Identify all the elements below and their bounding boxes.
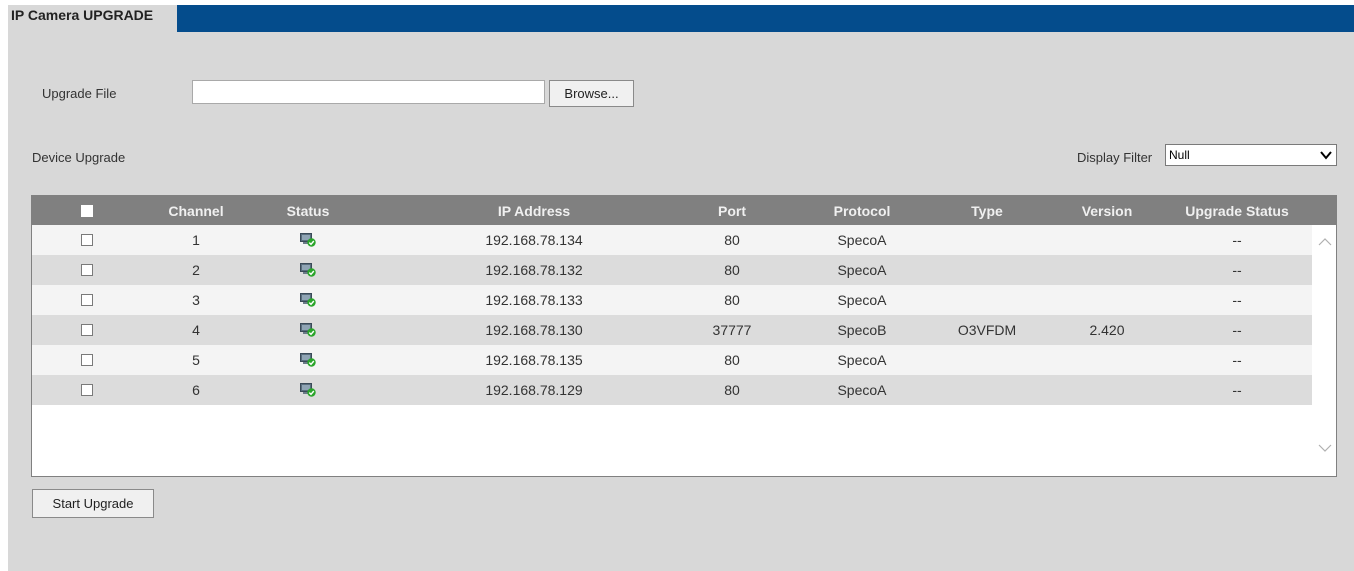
device-upgrade-label: Device Upgrade bbox=[32, 150, 126, 165]
channel-cell: 4 bbox=[192, 322, 200, 338]
chevron-down-icon bbox=[1320, 151, 1332, 160]
table-row[interactable]: 5 192.168.78.135 80 SpecoA -- bbox=[32, 345, 1312, 375]
row-checkbox[interactable] bbox=[81, 294, 93, 306]
protocol-cell: SpecoA bbox=[837, 382, 887, 398]
column-header-channel[interactable]: Channel bbox=[151, 196, 241, 225]
column-header-status[interactable]: Status bbox=[260, 196, 356, 225]
online-device-icon bbox=[300, 353, 316, 367]
online-device-icon bbox=[300, 323, 316, 337]
version-cell bbox=[1062, 285, 1152, 315]
table-row[interactable]: 3 192.168.78.133 80 SpecoA -- bbox=[32, 285, 1312, 315]
upgrade-status-cell: -- bbox=[1232, 232, 1242, 248]
upgrade-status-cell: -- bbox=[1232, 352, 1242, 368]
table-row[interactable]: 4 192.168.78.130 37777 SpecoB O3VFDM 2.4… bbox=[32, 315, 1312, 345]
row-checkbox[interactable] bbox=[81, 234, 93, 246]
type-cell bbox=[942, 375, 1032, 405]
scroll-up-icon[interactable] bbox=[1318, 237, 1332, 247]
port-cell: 80 bbox=[724, 382, 740, 398]
channel-cell: 5 bbox=[192, 352, 200, 368]
column-header-protocol[interactable]: Protocol bbox=[812, 196, 912, 225]
protocol-cell: SpecoA bbox=[837, 232, 887, 248]
ip-address-cell: 192.168.78.135 bbox=[485, 352, 583, 368]
channel-cell: 6 bbox=[192, 382, 200, 398]
title-bar: IP Camera UPGRADE bbox=[8, 5, 1354, 32]
upgrade-status-cell: -- bbox=[1232, 292, 1242, 308]
column-header-ip-address[interactable]: IP Address bbox=[414, 196, 654, 225]
version-cell bbox=[1062, 255, 1152, 285]
upgrade-status-cell: -- bbox=[1232, 382, 1242, 398]
scroll-down-icon[interactable] bbox=[1318, 443, 1332, 453]
type-cell bbox=[942, 285, 1032, 315]
display-filter-value: Null bbox=[1169, 148, 1190, 162]
online-device-icon bbox=[300, 293, 316, 307]
port-cell: 80 bbox=[724, 352, 740, 368]
online-device-icon bbox=[300, 383, 316, 397]
type-cell bbox=[942, 345, 1032, 375]
upgrade-file-label: Upgrade File bbox=[42, 86, 117, 101]
table-row[interactable]: 1 192.168.78.134 80 SpecoA -- bbox=[32, 225, 1312, 255]
table-row[interactable]: 2 192.168.78.132 80 SpecoA -- bbox=[32, 255, 1312, 285]
protocol-cell: SpecoA bbox=[837, 262, 887, 278]
table-header: Channel Status IP Address Port Protocol … bbox=[32, 196, 1336, 225]
browse-button[interactable]: Browse... bbox=[549, 80, 634, 107]
protocol-cell: SpecoA bbox=[837, 292, 887, 308]
ip-camera-upgrade-panel: IP Camera UPGRADE Upgrade File Browse...… bbox=[8, 5, 1354, 571]
version-cell bbox=[1062, 225, 1152, 255]
ip-address-cell: 192.168.78.132 bbox=[485, 262, 583, 278]
display-filter-label: Display Filter bbox=[1077, 150, 1153, 165]
select-all-checkbox[interactable] bbox=[81, 204, 93, 217]
column-header-upgrade-status[interactable]: Upgrade Status bbox=[1167, 196, 1307, 225]
page-title: IP Camera UPGRADE bbox=[8, 5, 177, 32]
version-cell: 2.420 bbox=[1089, 322, 1125, 338]
type-cell: O3VFDM bbox=[957, 322, 1017, 338]
ip-address-cell: 192.168.78.129 bbox=[485, 382, 583, 398]
column-header-port[interactable]: Port bbox=[682, 196, 782, 225]
online-device-icon bbox=[300, 233, 316, 247]
ip-address-cell: 192.168.78.134 bbox=[485, 232, 583, 248]
table-body: 1 192.168.78.134 80 SpecoA -- 2 192.168.… bbox=[32, 225, 1312, 405]
row-checkbox[interactable] bbox=[81, 354, 93, 366]
protocol-cell: SpecoB bbox=[837, 322, 887, 338]
start-upgrade-button[interactable]: Start Upgrade bbox=[32, 489, 154, 518]
upgrade-file-input[interactable] bbox=[192, 80, 545, 104]
online-device-icon bbox=[300, 263, 316, 277]
type-cell bbox=[942, 255, 1032, 285]
port-cell: 37777 bbox=[712, 322, 752, 338]
ip-address-cell: 192.168.78.133 bbox=[485, 292, 583, 308]
table-row[interactable]: 6 192.168.78.129 80 SpecoA -- bbox=[32, 375, 1312, 405]
row-checkbox[interactable] bbox=[81, 384, 93, 396]
channel-cell: 2 bbox=[192, 262, 200, 278]
channel-cell: 3 bbox=[192, 292, 200, 308]
port-cell: 80 bbox=[724, 292, 740, 308]
device-table: Channel Status IP Address Port Protocol … bbox=[31, 195, 1337, 477]
protocol-cell: SpecoA bbox=[837, 352, 887, 368]
table-scrollbar[interactable] bbox=[1314, 225, 1336, 476]
version-cell bbox=[1062, 345, 1152, 375]
upgrade-status-cell: -- bbox=[1232, 322, 1242, 338]
row-checkbox[interactable] bbox=[81, 264, 93, 276]
port-cell: 80 bbox=[724, 232, 740, 248]
row-checkbox[interactable] bbox=[81, 324, 93, 336]
column-header-type[interactable]: Type bbox=[942, 196, 1032, 225]
column-header-version[interactable]: Version bbox=[1062, 196, 1152, 225]
channel-cell: 1 bbox=[192, 232, 200, 248]
version-cell bbox=[1062, 375, 1152, 405]
ip-address-cell: 192.168.78.130 bbox=[485, 322, 583, 338]
port-cell: 80 bbox=[724, 262, 740, 278]
display-filter-select[interactable]: Null bbox=[1165, 144, 1337, 166]
upgrade-status-cell: -- bbox=[1232, 262, 1242, 278]
type-cell bbox=[942, 225, 1032, 255]
